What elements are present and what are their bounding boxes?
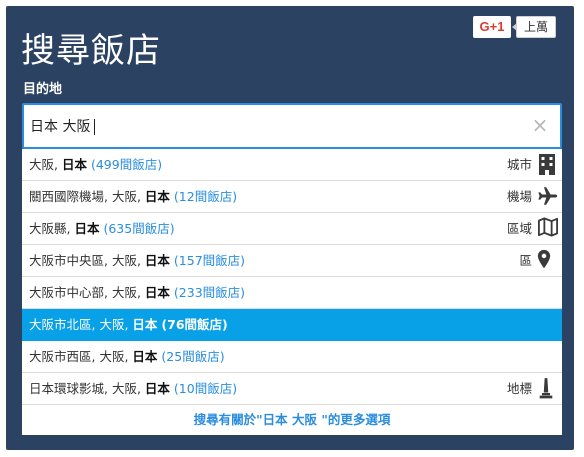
suggestion-type-label: 地標 <box>506 381 532 396</box>
suggestion-country: 日本 <box>61 157 87 172</box>
suggestion-row[interactable]: 大阪市北區, 大阪, 日本 (76間飯店) <box>22 309 562 341</box>
suggestion-type-label: 城市 <box>506 157 532 172</box>
suggestion-place: 大阪市中央區, 大阪 <box>29 253 137 268</box>
suggestion-text: 大阪縣, 日本 (635間飯店) <box>29 221 175 236</box>
hotel-count: (10間飯店) <box>173 381 238 396</box>
suggestion-country: 日本 <box>144 253 170 268</box>
suggestion-place: 大阪 <box>29 157 55 172</box>
hotel-count: (635間飯店) <box>103 221 175 236</box>
suggestion-row[interactable]: 關西國際機場, 大阪, 日本 (12間飯店) 機場 <box>22 181 562 213</box>
destination-search-box: × <box>22 103 562 149</box>
suggestion-country: 日本 <box>144 381 170 396</box>
hotel-search-widget: 搜尋飯店 G+1 上萬 目的地 × 大阪, 日本 (499間飯店) 城市關西國際機… <box>6 6 574 450</box>
suggestion-row[interactable]: 日本環球影城, 大阪, 日本 (10間飯店) 地標 <box>22 373 562 405</box>
hotel-count: (157間飯店) <box>173 253 246 268</box>
suggestion-row[interactable]: 大阪市中心部, 大阪, 日本 (233間飯店) <box>22 277 562 309</box>
suggestion-country: 日本 <box>144 189 170 204</box>
more-options-link[interactable]: 搜尋有關於"日本 大阪 "的更多選項 <box>22 405 562 435</box>
suggestion-text: 大阪市中央區, 大阪, 日本 (157間飯店) <box>29 253 246 268</box>
suggestion-country: 日本 <box>74 221 100 236</box>
google-plus-one-button[interactable]: G+1 <box>473 16 511 38</box>
suggestion-text: 關西國際機場, 大阪, 日本 (12間飯店) <box>29 189 238 204</box>
text-caret <box>94 119 95 135</box>
airplane-icon <box>537 185 558 207</box>
hotel-count: (499間飯店) <box>90 157 163 172</box>
hotel-count: (233間飯店) <box>173 285 246 300</box>
clear-icon[interactable]: × <box>530 115 550 135</box>
google-plus-count-badge: 上萬 <box>511 16 557 38</box>
suggestion-text: 大阪, 日本 (499間飯店) <box>29 157 163 172</box>
suggestions-dropdown: 大阪, 日本 (499間飯店) 城市關西國際機場, 大阪, 日本 (12間飯店) 機… <box>22 149 562 435</box>
suggestion-place: 大阪市中心部, 大阪 <box>29 285 137 300</box>
suggestion-type-label: 區域 <box>506 221 532 236</box>
suggestion-place: 關西國際機場, 大阪 <box>29 189 137 204</box>
suggestion-row[interactable]: 大阪市中央區, 大阪, 日本 (157間飯店) 區 <box>22 245 562 277</box>
landmark-icon <box>537 377 557 399</box>
hotel-count: (25間飯店) <box>161 349 225 364</box>
suggestion-type-label: 區 <box>519 253 532 268</box>
building-icon <box>537 153 557 175</box>
suggestion-place: 大阪市北區, 大阪 <box>29 317 125 332</box>
suggestion-row[interactable]: 大阪, 日本 (499間飯店) 城市 <box>22 149 562 181</box>
suggestion-country: 日本 <box>144 285 170 300</box>
hotel-count: (12間飯店) <box>173 189 238 204</box>
page-title: 搜尋飯店 <box>21 31 161 71</box>
suggestion-text: 大阪市西區, 大阪, 日本 (25間飯店) <box>29 349 225 364</box>
suggestion-text: 大阪市北區, 大阪, 日本 (76間飯店) <box>29 317 228 332</box>
destination-label: 目的地 <box>23 82 63 97</box>
location-pin-icon <box>537 249 557 271</box>
suggestion-row[interactable]: 大阪縣, 日本 (635間飯店) 區域 <box>22 213 562 245</box>
map-icon <box>537 217 558 239</box>
suggestion-country: 日本 <box>132 317 158 332</box>
suggestion-text: 大阪市中心部, 大阪, 日本 (233間飯店) <box>29 285 246 300</box>
suggestion-place: 大阪市西區, 大阪 <box>29 349 125 364</box>
suggestion-place: 日本環球影城, 大阪 <box>29 381 137 396</box>
hotel-count: (76間飯店) <box>161 317 228 332</box>
suggestion-type-label: 機場 <box>506 189 532 204</box>
suggestion-country: 日本 <box>132 349 158 364</box>
suggestion-text: 日本環球影城, 大阪, 日本 (10間飯店) <box>29 381 238 396</box>
destination-input[interactable] <box>30 105 520 147</box>
suggestion-place: 大阪縣 <box>29 221 67 236</box>
suggestion-row[interactable]: 大阪市西區, 大阪, 日本 (25間飯店) <box>22 341 562 373</box>
